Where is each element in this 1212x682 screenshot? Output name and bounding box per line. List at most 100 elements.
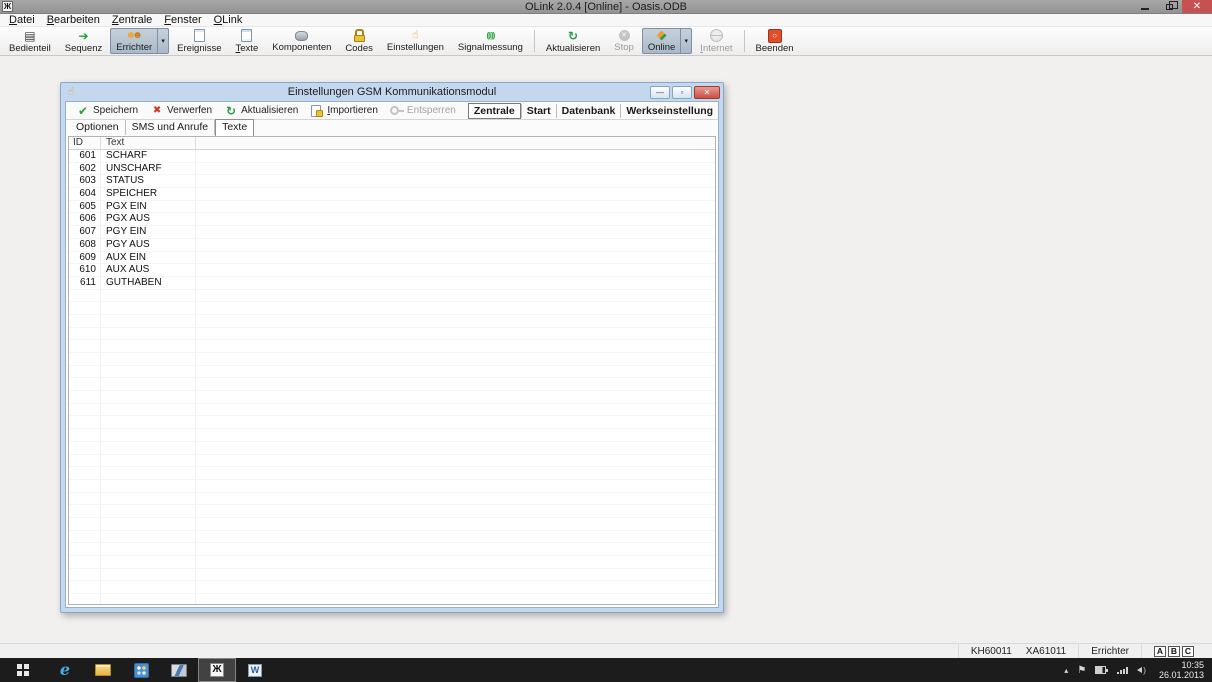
battery-icon[interactable] [1095, 666, 1108, 674]
taskbar-apps: e ЖW [0, 658, 274, 682]
verwerfen-button[interactable]: Verwerfen [144, 103, 218, 119]
dialog-restore-button[interactable]: ▫ [672, 86, 692, 99]
table-row[interactable]: 601SCHARF [69, 150, 715, 163]
network-signal-icon[interactable] [1117, 667, 1128, 674]
blue-tile-icon [134, 664, 149, 677]
table-row-empty [69, 416, 715, 429]
komponenten-button[interactable]: Komponenten [266, 28, 337, 54]
close-button[interactable]: ✕ [1182, 0, 1212, 13]
table-row-empty [69, 493, 715, 506]
taskbar-app-blue-tile-button[interactable] [122, 658, 160, 682]
volume-icon[interactable] [1137, 666, 1146, 675]
status-devices: KH60011 XA61011 [958, 644, 1078, 658]
table-row[interactable]: 604SPEICHER [69, 188, 715, 201]
installer-people-icon [126, 30, 143, 41]
texts-table: ID Text 601SCHARF602UNSCHARF603STATUS604… [68, 136, 716, 605]
speichern-button[interactable]: Speichern [70, 103, 144, 119]
cell-id: 601 [69, 150, 101, 162]
tab-texte[interactable]: Texte [215, 119, 254, 136]
table-row[interactable]: 607PGY EIN [69, 226, 715, 239]
section-b-badge: B [1168, 646, 1180, 657]
einstellungen-button[interactable]: Einstellungen [381, 28, 450, 54]
dialog-minimize-button[interactable]: — [650, 86, 670, 99]
table-row[interactable]: 609AUX EIN [69, 252, 715, 265]
table-row-empty [69, 315, 715, 328]
online-button[interactable]: Online ▾ [642, 28, 692, 54]
restore-button[interactable] [1157, 0, 1182, 13]
table-row-empty [69, 455, 715, 468]
table-row[interactable]: 606PGX AUS [69, 213, 715, 226]
dropdown-arrow-icon[interactable]: ▾ [680, 29, 691, 53]
clock-time: 10:35 [1159, 660, 1204, 670]
ereignisse-button[interactable]: Ereignisse [171, 28, 227, 54]
einstellungen-label: Einstellungen [387, 42, 444, 53]
section-c-badge: C [1182, 646, 1194, 657]
dropdown-arrow-icon[interactable]: ▾ [157, 29, 168, 53]
minimize-button[interactable] [1132, 0, 1157, 13]
menu-zentrale[interactable]: Zentrale [106, 14, 158, 26]
status-device-right: XA61011 [1026, 646, 1066, 657]
table-row[interactable]: 610AUX AUS [69, 264, 715, 277]
taskbar-clock[interactable]: 10:35 26.01.2013 [1155, 660, 1204, 680]
taskbar-app-monitor-button[interactable] [160, 658, 198, 682]
aktualisieren-button[interactable]: Aktualisieren [218, 103, 304, 119]
texte-label: Texte [236, 43, 259, 54]
taskbar-olink-button[interactable]: Ж [198, 658, 236, 682]
cell-id: 606 [69, 213, 101, 225]
menu-fenster[interactable]: Fenster [158, 14, 207, 26]
cell-id: 602 [69, 163, 101, 175]
dialog-close-button[interactable]: ✕ [694, 86, 720, 99]
importieren-button[interactable]: Importieren [304, 103, 384, 119]
status-mode: Errichter [1078, 644, 1141, 658]
entsperren-label: Entsperren [407, 105, 456, 116]
tab-sms-und-anrufe[interactable]: SMS und Anrufe [126, 120, 215, 135]
client-area: Einstellungen GSM Kommunikationsmodul — … [0, 56, 1212, 643]
taskbar-internet-explorer-button[interactable]: e [46, 658, 84, 682]
tab-optionen[interactable]: Optionen [70, 120, 126, 135]
online-label: Online [648, 42, 675, 53]
table-header: ID Text [69, 137, 715, 150]
menu-olink[interactable]: OLink [208, 14, 249, 26]
section-a-badge: A [1154, 646, 1166, 657]
sequence-arrow-icon [76, 30, 90, 42]
errichter-button[interactable]: Errichter▾ [110, 28, 169, 54]
aktualisieren-button[interactable]: Aktualisieren [540, 28, 606, 54]
menu-bearbeiten[interactable]: Bearbeiten [41, 14, 106, 26]
table-row[interactable]: 608PGY AUS [69, 239, 715, 252]
show-hidden-icon[interactable] [1064, 666, 1068, 675]
cell-text: PGX AUS [101, 213, 196, 225]
beenden-button[interactable]: Beenden [750, 28, 800, 54]
tab-zentrale[interactable]: Zentrale [468, 103, 521, 119]
codes-button[interactable]: Codes [339, 28, 378, 54]
table-row-empty [69, 429, 715, 442]
table-row[interactable]: 611GUTHABEN [69, 277, 715, 290]
komponenten-label: Komponenten [272, 42, 331, 53]
online-icon [655, 30, 669, 41]
taskbar-file-explorer-button[interactable] [84, 658, 122, 682]
cell-text: PGY EIN [101, 226, 196, 238]
toolbar-separator [534, 30, 535, 52]
signal-icon [483, 30, 497, 41]
stop-button: Stop [608, 28, 640, 54]
ereignisse-label: Ereignisse [177, 43, 221, 54]
action-center-flag-icon[interactable] [1077, 665, 1086, 676]
tab-start[interactable]: Start [521, 104, 556, 118]
beenden-label: Beenden [756, 43, 794, 54]
cell-text: AUX EIN [101, 252, 196, 264]
texte-button[interactable]: Texte [230, 28, 265, 54]
table-row[interactable]: 603STATUS [69, 175, 715, 188]
bedienteil-button[interactable]: Bedienteil [3, 28, 57, 54]
signalmessung-button[interactable]: Signalmessung [452, 28, 529, 54]
internet-globe-icon [709, 29, 723, 42]
taskbar-start-button[interactable] [0, 658, 46, 682]
menu-datei[interactable]: Datei [3, 14, 41, 26]
table-row[interactable]: 605PGX EIN [69, 201, 715, 214]
cell-id: 605 [69, 201, 101, 213]
table-row[interactable]: 602UNSCHARF [69, 163, 715, 176]
sequenz-button[interactable]: Sequenz [59, 28, 109, 54]
app-titlebar: Ж OLink 2.0.4 [Online] - Oasis.ODB ✕ [0, 0, 1212, 14]
window-title: OLink 2.0.4 [Online] - Oasis.ODB [0, 1, 1212, 13]
tab-datenbank[interactable]: Datenbank [556, 104, 621, 118]
taskbar-word-button[interactable]: W [236, 658, 274, 682]
tab-werkseinstellung[interactable]: Werkseinstellung [620, 104, 718, 118]
